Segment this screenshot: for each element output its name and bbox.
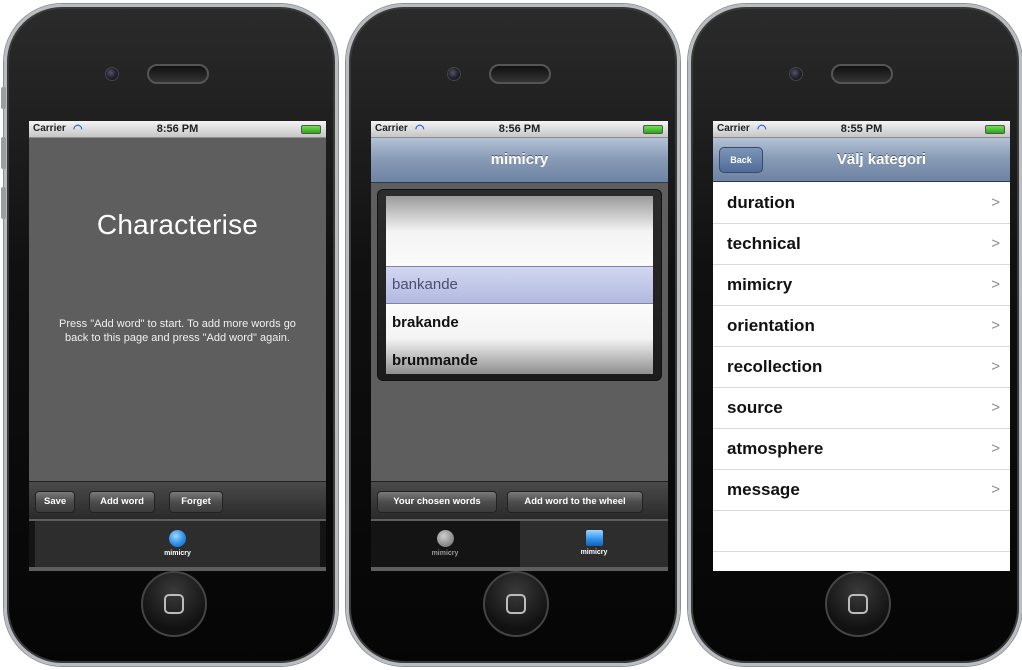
status-bar: Carrier ◠ 8:56 PM (371, 121, 668, 138)
mute-switch (1, 87, 6, 109)
volume-up-button (1, 137, 6, 169)
chevron-right-icon: > (991, 194, 1000, 211)
picker-row[interactable]: brakande (386, 304, 653, 342)
list-item-recollection[interactable]: recollection > (713, 347, 1010, 388)
chevron-right-icon: > (991, 358, 1000, 375)
home-square-icon (164, 594, 184, 614)
screen-characterise: Carrier ◠ 8:56 PM Characterise Press "Ad… (29, 121, 326, 571)
home-square-icon (506, 594, 526, 614)
list-item-label: message (727, 480, 800, 499)
list-item-label: technical (727, 234, 801, 253)
status-bar: Carrier ◠ 8:55 PM (713, 121, 1010, 138)
toolbar: Your chosen words Add word to the wheel (371, 481, 668, 519)
earpiece-speaker (489, 64, 551, 84)
home-button[interactable] (825, 571, 891, 637)
clock: 8:56 PM (498, 123, 541, 135)
nav-title: mimicry (371, 138, 668, 183)
square-tab-icon (585, 530, 603, 546)
list-item-empty (713, 511, 1010, 552)
list-item-duration[interactable]: duration > (713, 183, 1010, 224)
front-camera (789, 67, 803, 81)
tab-mimicry-1[interactable]: mimicry (371, 521, 519, 567)
add-word-button[interactable]: Add word (89, 491, 155, 513)
save-button[interactable]: Save (35, 491, 75, 513)
battery-icon (985, 125, 1005, 134)
tab-label: mimicry (431, 550, 459, 557)
status-bar: Carrier ◠ 8:56 PM (29, 121, 326, 138)
your-chosen-words-button[interactable]: Your chosen words (377, 491, 497, 513)
list-item-mimicry[interactable]: mimicry > (713, 265, 1010, 306)
list-item-message[interactable]: message > (713, 470, 1010, 511)
tab-mimicry-2[interactable]: mimicry (520, 521, 668, 567)
list-item-technical[interactable]: technical > (713, 224, 1010, 265)
picker-row[interactable]: brummande (386, 342, 653, 374)
clock: 8:55 PM (840, 123, 883, 135)
tab-label: mimicry (164, 550, 191, 557)
page-title: Characterise (96, 209, 259, 240)
home-button[interactable] (141, 571, 207, 637)
tab-mimicry[interactable]: mimicry (35, 521, 320, 567)
front-camera (447, 67, 461, 81)
chevron-right-icon: > (991, 317, 1000, 334)
battery-icon (301, 125, 321, 134)
earpiece-speaker (147, 64, 209, 84)
screen-category-list: Carrier ◠ 8:55 PM Back Välj kategori dur… (713, 121, 1010, 571)
screen-word-picker: Carrier ◠ 8:56 PM mimicry bankande braka… (371, 121, 668, 571)
phone-2: Carrier ◠ 8:56 PM mimicry bankande braka… (346, 4, 680, 666)
picker-wheel[interactable]: bankande brakande brummande (386, 196, 653, 374)
tab-bar: mimicry (29, 521, 326, 567)
chevron-right-icon: > (991, 440, 1000, 457)
list-item-label: mimicry (727, 275, 793, 294)
phone-3: Carrier ◠ 8:55 PM Back Välj kategori dur… (688, 4, 1022, 666)
forget-button[interactable]: Forget (169, 491, 223, 513)
chevron-right-icon: > (991, 235, 1000, 252)
list-item-label: source (727, 398, 783, 417)
list-item-source[interactable]: source > (713, 388, 1010, 429)
volume-down-button (1, 187, 6, 219)
home-button[interactable] (483, 571, 549, 637)
earpiece-speaker (831, 64, 893, 84)
front-camera (105, 67, 119, 81)
list-item-label: orientation (727, 316, 815, 335)
tab-label: mimicry (580, 549, 608, 556)
add-word-to-wheel-button[interactable]: Add word to the wheel (507, 491, 643, 513)
chevron-right-icon: > (991, 276, 1000, 293)
navigation-bar: Back Välj kategori (713, 138, 1010, 182)
circle-tab-icon (169, 530, 186, 547)
toolbar: Save Add word Forget (29, 481, 326, 519)
picker-row[interactable]: bankande (386, 266, 653, 304)
list-item-label: recollection (727, 357, 823, 376)
word-picker[interactable]: bankande brakande brummande (377, 189, 662, 381)
list-item-orientation[interactable]: orientation > (713, 306, 1010, 347)
circle-tab-icon (436, 530, 454, 547)
category-list: duration > technical > mimicry > orientatio… (713, 183, 1010, 552)
phone-1: Carrier ◠ 8:56 PM Characterise Press "Ad… (1, 4, 338, 666)
clock: 8:56 PM (156, 123, 199, 135)
list-item-label: duration (727, 193, 795, 212)
nav-title: Välj kategori (836, 151, 927, 168)
list-item-label: atmosphere (727, 439, 824, 458)
tab-bar: mimicry mimicry (371, 521, 668, 567)
home-square-icon (848, 594, 868, 614)
chevron-right-icon: > (991, 399, 1000, 416)
chevron-right-icon: > (991, 481, 1000, 498)
battery-icon (643, 125, 663, 134)
list-item-atmosphere[interactable]: atmosphere > (713, 429, 1010, 470)
instructions-text: Press "Add word" to start. To add more w… (59, 318, 296, 344)
